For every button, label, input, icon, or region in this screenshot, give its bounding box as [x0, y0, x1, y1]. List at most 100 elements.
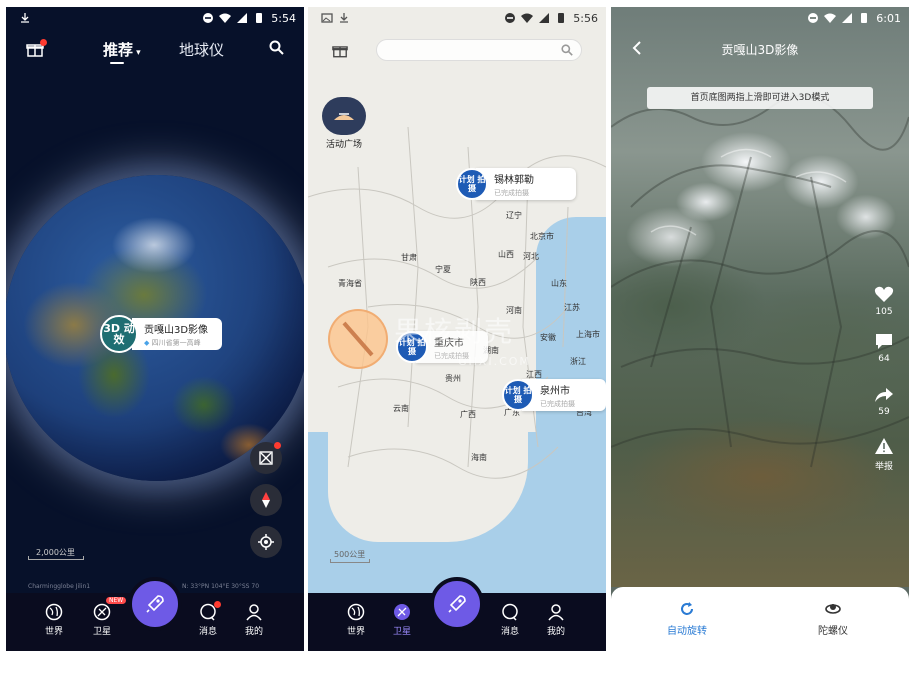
locate-icon — [258, 534, 274, 550]
map-label: 安徽 — [540, 333, 556, 342]
watermark-text: 果核剥壳 — [394, 315, 515, 348]
gyroscope-icon — [825, 604, 841, 614]
launch-rocket-button[interactable] — [128, 577, 182, 631]
auto-rotate-button[interactable]: 自动旋转 — [647, 601, 727, 637]
poi-subtitle-text: 四川省第一高峰 — [151, 339, 201, 347]
share-icon — [875, 388, 893, 402]
coordinates-readout: N: 33°PN 104°E 30°SS 70 — [182, 583, 260, 590]
plan-shoot-badge[interactable]: 计划 拍摄 — [456, 168, 488, 200]
dnd-icon — [505, 13, 516, 23]
gyroscope-label: 陀螺仪 — [818, 626, 848, 637]
auto-rotate-label: 自动旋转 — [667, 626, 707, 637]
poi-marker-gongga[interactable]: 贡嘎山3D影像 ◆ 四川省第一高峰 3D 动效 — [100, 315, 222, 353]
tab-recommend[interactable]: 推荐 ▾ — [103, 39, 141, 60]
screen-3d-terrain: 6:01 贡嘎山3D影像 首页底图两指上滑即可进入3D模式 105 64 59 … — [611, 7, 909, 651]
layers-button[interactable] — [250, 442, 282, 474]
gyroscope-button[interactable]: 陀螺仪 — [793, 601, 873, 637]
screen-map: 辽宁 北京市 甘肃 宁夏 山西 河北 青海省 陕西 山东 河南 江苏 安徽 上海… — [308, 7, 606, 651]
map-label: 陕西 — [470, 278, 486, 287]
launch-rocket-button[interactable] — [430, 577, 484, 631]
screen-globe-home: 5:54 推荐 ▾ 地球仪 贡嘎山3D影像 ◆ 四川省第一高峰 3D 动效 2,… — [6, 7, 304, 651]
poi-3d-badge: 3D 动效 — [100, 315, 138, 353]
tab-active-indicator — [110, 62, 124, 64]
share-button[interactable]: 59 — [871, 387, 897, 417]
map-label: 甘肃 — [401, 253, 417, 262]
location-icon: ◆ — [144, 339, 152, 347]
nav-message[interactable]: 消息 — [490, 603, 530, 637]
download-icon — [21, 13, 29, 23]
search-input[interactable] — [376, 39, 582, 61]
nav-satellite-label: 卫星 — [392, 627, 411, 637]
map-label: 上海市 — [576, 330, 600, 339]
nav-satellite-label: 卫星 — [92, 627, 111, 637]
status-bar: 5:54 — [6, 7, 304, 29]
battery-icon — [256, 13, 263, 23]
card-subtitle: 已完成拍摄 — [494, 189, 529, 197]
dnd-icon — [808, 13, 819, 23]
bottom-nav: 世界 卫星 消息 我的 — [308, 577, 606, 651]
map-card-xilingol[interactable]: 锡林郭勒 已完成拍摄 — [476, 168, 576, 200]
nav-world[interactable]: 世界 — [34, 603, 74, 637]
signal-icon — [237, 13, 248, 23]
rocket-icon — [448, 595, 466, 613]
tab-globe[interactable]: 地球仪 — [179, 39, 224, 60]
nav-mine[interactable]: 我的 — [536, 603, 576, 637]
watermark-logo — [328, 309, 388, 369]
nav-message-label: 消息 — [500, 627, 519, 637]
search-icon[interactable] — [561, 44, 573, 56]
chevron-down-icon: ▾ — [133, 48, 141, 58]
layers-icon — [259, 451, 273, 465]
map-label: 山西 — [498, 250, 514, 259]
locate-button[interactable] — [250, 526, 282, 558]
nav-message[interactable]: 消息 — [188, 601, 228, 637]
nav-mine[interactable]: 我的 — [234, 603, 274, 637]
battery-icon — [558, 13, 565, 23]
signal-icon — [539, 13, 550, 23]
like-count: 105 — [875, 307, 893, 317]
new-badge: NEW — [106, 597, 127, 604]
download-icon — [340, 13, 348, 23]
nav-world-label: 世界 — [44, 627, 63, 637]
page-title: 贡嘎山3D影像 — [721, 43, 799, 57]
map-label: 青海省 — [338, 279, 362, 288]
map-label: 贵州 — [445, 374, 461, 383]
nav-satellite[interactable]: 卫星 NEW — [82, 597, 127, 637]
status-time: 6:01 — [876, 11, 901, 25]
image-icon — [321, 13, 333, 23]
comment-button[interactable]: 64 — [871, 332, 897, 364]
rocket-icon — [146, 595, 164, 613]
search-icon[interactable] — [269, 40, 284, 55]
user-icon — [548, 604, 564, 621]
province-borders — [308, 126, 606, 479]
satellite-icon — [394, 604, 410, 620]
status-bar: 6:01 — [611, 7, 909, 29]
nav-message-label: 消息 — [198, 627, 217, 637]
map-card-quanzhou[interactable]: 泉州市 已完成拍摄 — [522, 379, 606, 411]
event-plaza-button[interactable]: 活动广场 — [320, 97, 368, 150]
globe-icon — [347, 603, 365, 621]
plan-shoot-badge[interactable]: 计划 拍摄 — [502, 379, 534, 411]
map-label: 云南 — [393, 404, 409, 413]
nav-satellite[interactable]: 卫星 — [382, 603, 422, 637]
map-label: 宁夏 — [435, 265, 451, 274]
report-button[interactable]: 举报 — [871, 437, 897, 472]
china-map[interactable]: 辽宁 北京市 甘肃 宁夏 山西 河北 青海省 陕西 山东 河南 江苏 安徽 上海… — [308, 7, 606, 593]
dnd-icon — [203, 13, 214, 23]
map-label: 辽宁 — [506, 211, 522, 220]
map-label: 河北 — [523, 252, 539, 261]
comment-count: 64 — [878, 354, 890, 364]
notification-dot — [40, 39, 47, 46]
warning-icon — [875, 438, 893, 454]
compass-button[interactable] — [250, 484, 282, 516]
imagery-credit: Charmingglobe Jilin1 — [28, 583, 91, 590]
poi-title: 贡嘎山3D影像 — [144, 325, 209, 336]
tab-recommend-label: 推荐 — [103, 41, 134, 59]
event-plaza-icon — [322, 97, 366, 135]
poi-card: 贡嘎山3D影像 ◆ 四川省第一高峰 — [132, 318, 222, 350]
gift-icon[interactable] — [332, 43, 348, 58]
compass-icon — [262, 492, 270, 508]
nav-world[interactable]: 世界 — [336, 603, 376, 637]
flag-icon — [334, 113, 354, 120]
status-bar: 5:56 — [308, 7, 606, 29]
like-button[interactable]: 105 — [871, 285, 897, 317]
